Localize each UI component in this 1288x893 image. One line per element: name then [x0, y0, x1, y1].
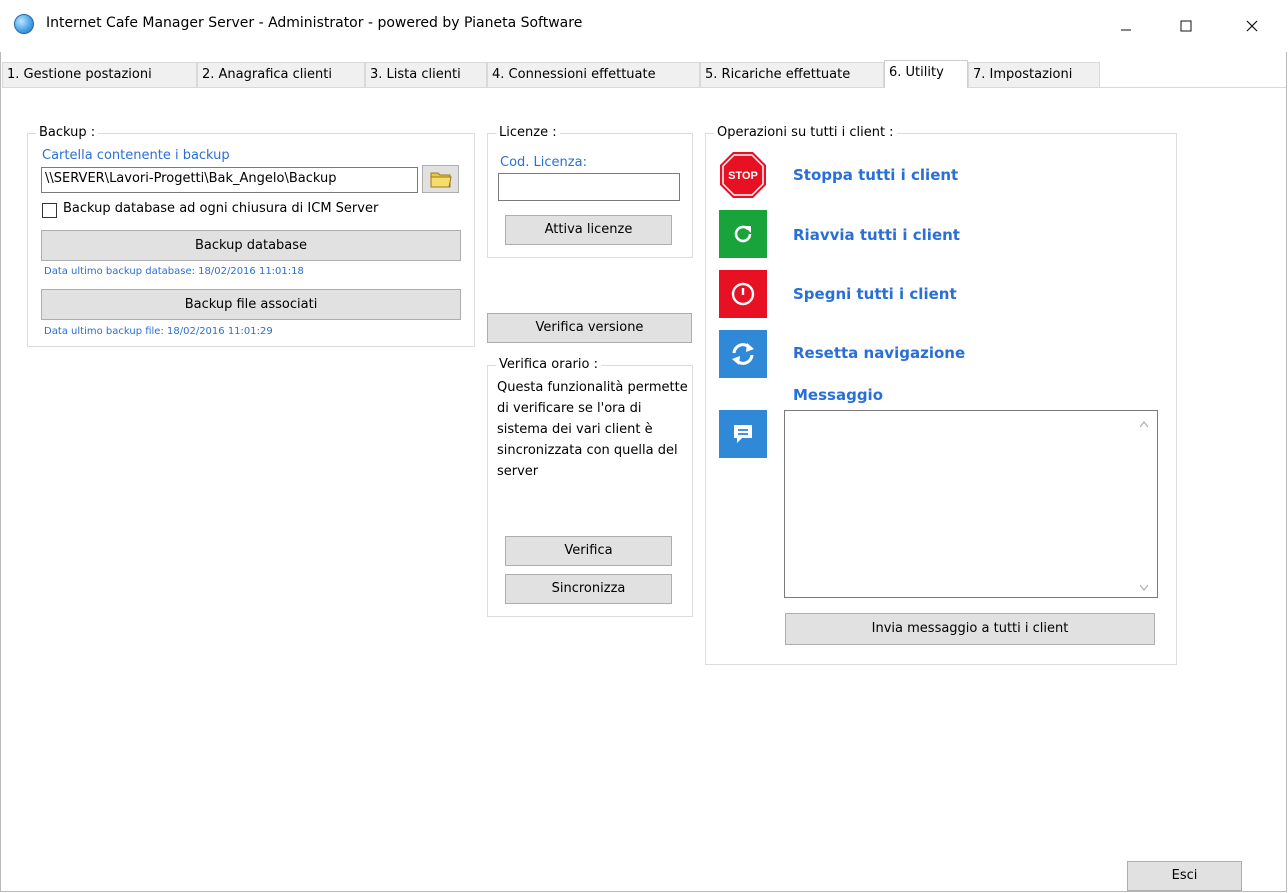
licenze-group-title: Licenze : [496, 125, 560, 140]
backup-on-close-checkbox[interactable] [42, 203, 57, 218]
shutdown-all-clients-link[interactable]: Spegni tutti i client [793, 285, 957, 303]
last-db-backup-info: Data ultimo backup database: 18/02/2016 … [44, 266, 304, 277]
minimize-button[interactable] [1103, 0, 1149, 52]
tab-gestione-postazioni[interactable]: 1. Gestione postazioni [2, 62, 197, 87]
message-label: Messaggio [793, 386, 883, 404]
license-code-label: Cod. Licenza: [500, 155, 587, 170]
folder-icon [430, 172, 452, 188]
backup-folder-input[interactable]: \\SERVER\Lavori-Progetti\Bak_Angelo\Back… [41, 167, 418, 193]
backup-database-button[interactable]: Backup database [41, 230, 461, 261]
backup-group-title: Backup : [36, 125, 99, 140]
title-bar: Internet Cafe Manager Server - Administr… [0, 0, 1288, 52]
stop-clients-icon-button[interactable]: STOP [719, 151, 767, 199]
chat-icon [734, 425, 752, 443]
send-message-all-button[interactable]: Invia messaggio a tutti i client [785, 613, 1155, 645]
tab-connessioni-effettuate[interactable]: 4. Connessioni effettuate [487, 62, 700, 87]
tab-strip-line [2, 87, 1286, 88]
message-icon-box [719, 410, 767, 458]
tab-impostazioni[interactable]: 7. Impostazioni [968, 62, 1100, 87]
close-button[interactable] [1229, 0, 1275, 52]
close-icon [1246, 20, 1258, 32]
reset-navigation-icon [732, 343, 754, 365]
exit-button[interactable]: Esci [1127, 861, 1242, 891]
backup-on-close-label: Backup database ad ogni chiusura di ICM … [63, 201, 379, 216]
reset-navigation-link[interactable]: Resetta navigazione [793, 344, 965, 362]
activate-licenses-button[interactable]: Attiva licenze [505, 215, 672, 245]
stop-icon-text: STOP [728, 170, 758, 182]
message-textarea[interactable] [784, 410, 1158, 598]
operazioni-group-title: Operazioni su tutti i client : [714, 125, 897, 140]
app-globe-icon [14, 14, 34, 34]
maximize-icon [1180, 20, 1192, 32]
tab-anagrafica-clienti[interactable]: 2. Anagrafica clienti [197, 62, 365, 87]
last-files-backup-info: Data ultimo backup file: 18/02/2016 11:0… [44, 326, 273, 337]
license-code-input[interactable] [498, 173, 680, 201]
restart-clients-icon-button[interactable] [719, 210, 767, 258]
maximize-button[interactable] [1163, 0, 1209, 52]
synchronize-button[interactable]: Sincronizza [505, 574, 672, 604]
restart-icon [734, 225, 752, 243]
browse-folder-button[interactable] [422, 165, 459, 193]
scroll-up-icon[interactable] [1138, 418, 1150, 433]
tab-utility[interactable]: 6. Utility [884, 60, 968, 88]
stop-all-clients-link[interactable]: Stoppa tutti i client [793, 166, 958, 184]
backup-files-button[interactable]: Backup file associati [41, 289, 461, 320]
restart-all-clients-link[interactable]: Riavvia tutti i client [793, 226, 960, 244]
minimize-icon [1121, 29, 1131, 31]
verify-version-button[interactable]: Verifica versione [487, 313, 692, 343]
verifica-orario-description: Questa funzionalità permette di verifica… [497, 380, 688, 479]
verifica-orario-title: Verifica orario : [496, 357, 601, 372]
power-icon [731, 282, 755, 306]
verify-time-button[interactable]: Verifica [505, 536, 672, 566]
shutdown-clients-icon-button[interactable] [719, 270, 767, 318]
scroll-down-icon[interactable] [1138, 582, 1150, 597]
tab-ricariche-effettuate[interactable]: 5. Ricariche effettuate [700, 62, 884, 87]
stop-icon: STOP [720, 152, 766, 198]
backup-folder-label: Cartella contenente i backup [42, 148, 230, 163]
reset-navigation-icon-button[interactable] [719, 330, 767, 378]
window-title: Internet Cafe Manager Server - Administr… [46, 15, 583, 31]
tab-lista-clienti[interactable]: 3. Lista clienti [365, 62, 487, 87]
